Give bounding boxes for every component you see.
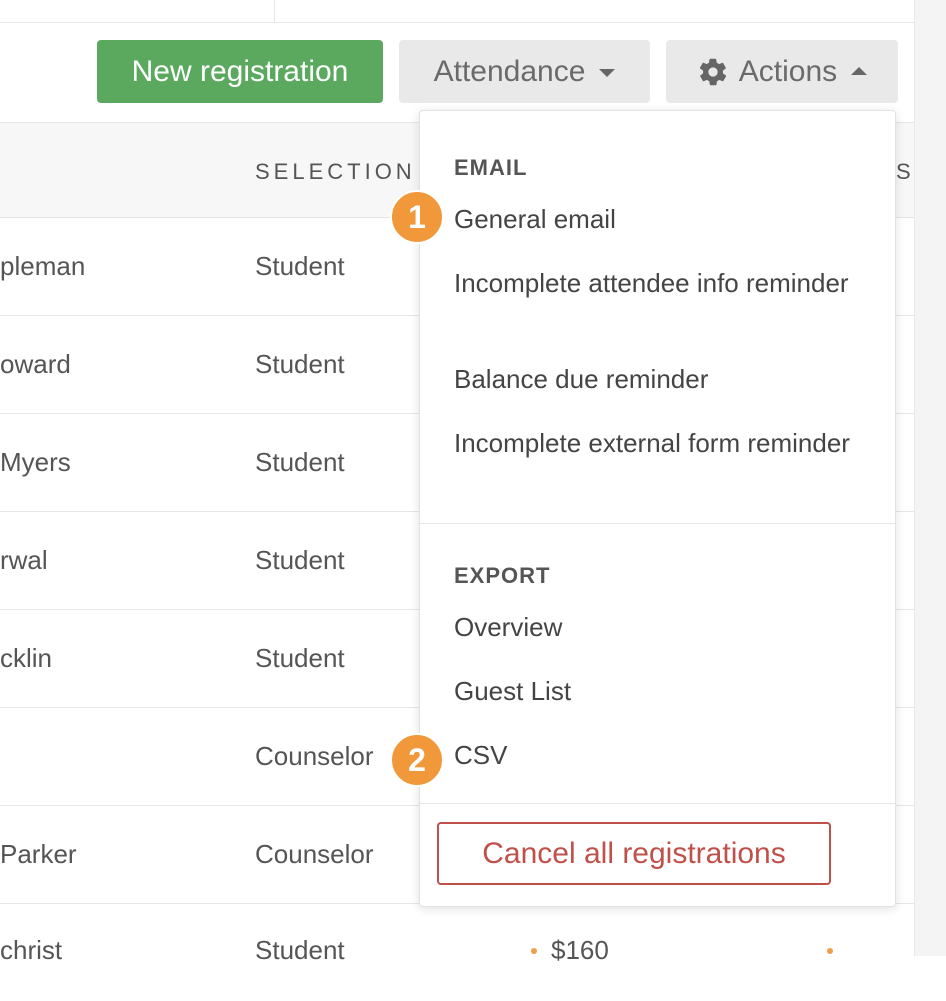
menu-item-export-csv[interactable]: CSV	[454, 739, 864, 771]
top-strip	[0, 0, 914, 23]
menu-divider	[420, 803, 895, 804]
menu-heading-email: EMAIL	[454, 155, 528, 180]
menu-item-general-email[interactable]: General email	[454, 203, 864, 235]
scrollbar-gutter[interactable]	[914, 0, 946, 956]
menu-item-incomplete-attendee-info-reminder[interactable]: Incomplete attendee info reminder	[454, 267, 864, 299]
table-row[interactable]: christ Student $160	[0, 903, 914, 1001]
selection-value: Student	[255, 545, 345, 575]
menu-item-incomplete-external-form-reminder[interactable]: Incomplete external form reminder	[454, 427, 864, 459]
attendee-name[interactable]: cklin	[0, 643, 52, 674]
selection-value: Student	[255, 447, 345, 477]
attendee-name[interactable]: christ	[0, 935, 62, 966]
attendee-name[interactable]: Myers	[0, 447, 71, 478]
amount-value: $160	[551, 935, 609, 965]
top-divider	[274, 0, 275, 22]
status-dot	[531, 948, 537, 954]
actions-dropdown-menu: EMAIL General email Incomplete attendee …	[419, 110, 896, 907]
selection-value: Student	[255, 643, 345, 673]
attendee-name[interactable]: Parker	[0, 839, 77, 870]
column-header-partial[interactable]: S	[896, 159, 911, 185]
attendance-label: Attendance	[433, 54, 586, 88]
cancel-all-registrations-label: Cancel all registrations	[482, 836, 786, 870]
selection-value: Student	[255, 349, 345, 379]
menu-divider	[420, 523, 895, 524]
menu-item-export-overview[interactable]: Overview	[454, 611, 864, 643]
actions-dropdown-button[interactable]: Actions	[666, 40, 898, 103]
step-badge-2: 2	[390, 733, 444, 787]
actions-label: Actions	[738, 54, 838, 88]
cancel-all-registrations-button[interactable]: Cancel all registrations	[437, 822, 831, 885]
attendee-name[interactable]: oward	[0, 349, 71, 380]
selection-value: Student	[255, 935, 345, 965]
caret-up-icon	[851, 66, 868, 75]
attendee-name[interactable]: rwal	[0, 545, 48, 576]
column-header-selection[interactable]: SELECTION	[255, 159, 416, 185]
attendee-name[interactable]: pleman	[0, 251, 85, 282]
new-registration-button[interactable]: New registration	[97, 40, 383, 103]
step-badge-1: 1	[390, 190, 444, 244]
attendance-dropdown-button[interactable]: Attendance	[399, 40, 650, 103]
caret-down-icon	[599, 68, 616, 77]
selection-value: Student	[255, 251, 345, 281]
selection-value: Counselor	[255, 839, 374, 869]
gear-icon	[699, 58, 726, 85]
new-registration-label: New registration	[131, 54, 349, 88]
menu-item-export-guest-list[interactable]: Guest List	[454, 675, 864, 707]
selection-value: Counselor	[255, 741, 374, 771]
menu-item-balance-due-reminder[interactable]: Balance due reminder	[454, 363, 864, 395]
menu-heading-export: EXPORT	[454, 563, 551, 588]
status-dot	[827, 948, 833, 954]
